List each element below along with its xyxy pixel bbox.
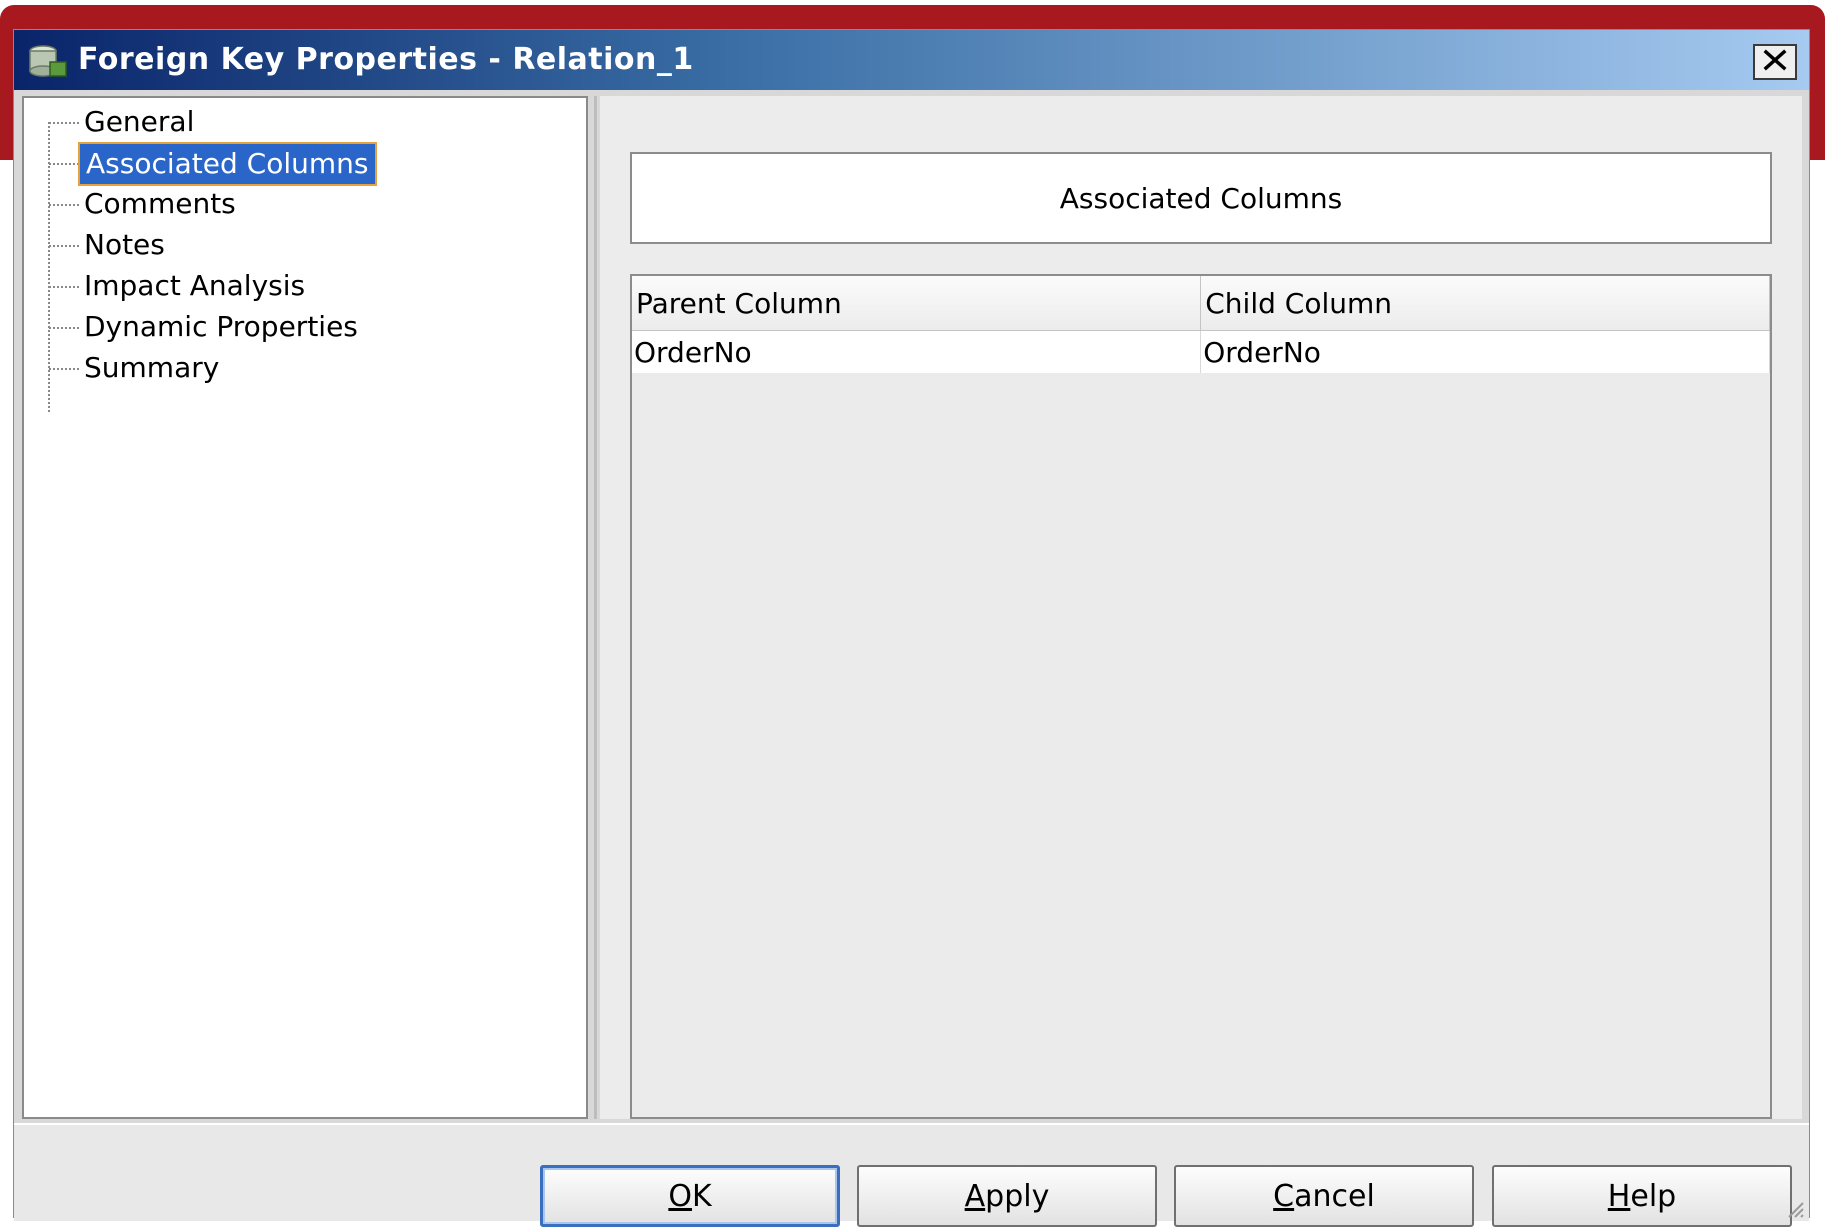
- tree-item-dynamic-properties[interactable]: Dynamic Properties: [78, 306, 364, 348]
- close-button[interactable]: [1753, 44, 1797, 80]
- tree-branch-line: [49, 368, 79, 370]
- table-row[interactable]: OrderNo OrderNo: [632, 330, 1770, 373]
- associated-columns-table-container: Parent Column Child Column OrderNo Order…: [630, 274, 1772, 1119]
- ok-mnemonic: O: [668, 1178, 692, 1214]
- apply-mnemonic: A: [964, 1178, 986, 1214]
- associated-columns-table: Parent Column Child Column OrderNo Order…: [632, 276, 1770, 373]
- database-icon: [28, 44, 68, 80]
- tree-branch-line: [49, 245, 79, 247]
- foreign-key-properties-dialog: Foreign Key Properties - Relation_1 Gene…: [13, 29, 1810, 1227]
- tree-branch-line: [49, 163, 79, 165]
- tree-item-summary[interactable]: Summary: [78, 347, 225, 389]
- pane-splitter[interactable]: [594, 96, 597, 1119]
- tree-item-impact-analysis[interactable]: Impact Analysis: [78, 265, 311, 307]
- table-header-row: Parent Column Child Column: [632, 276, 1770, 331]
- tree-branch-line: [49, 327, 79, 329]
- title-bar[interactable]: Foreign Key Properties - Relation_1: [14, 30, 1809, 90]
- property-nav-tree: General Associated Columns Comments Note…: [22, 96, 588, 1119]
- tree-item-comments[interactable]: Comments: [78, 183, 242, 225]
- column-header-parent[interactable]: Parent Column: [632, 276, 1202, 331]
- panel-heading: Associated Columns: [630, 152, 1772, 244]
- associated-columns-panel: Associated Columns Parent Column Child C…: [600, 96, 1802, 1119]
- tree-item-associated-columns[interactable]: Associated Columns: [78, 142, 377, 186]
- child-column-cell[interactable]: OrderNo: [1200, 330, 1770, 373]
- parent-column-cell[interactable]: OrderNo: [632, 330, 1202, 373]
- tree-item-general[interactable]: General: [78, 101, 200, 143]
- tree-item-notes[interactable]: Notes: [78, 224, 171, 266]
- ok-label-rest: K: [691, 1178, 712, 1214]
- resize-grip-icon[interactable]: [1785, 1199, 1805, 1219]
- cancel-label-rest: ancel: [1294, 1178, 1375, 1214]
- tree-branch-line: [49, 286, 79, 288]
- tree-branch-line: [49, 204, 79, 206]
- panel-heading-text: Associated Columns: [1059, 181, 1343, 215]
- window-title: Foreign Key Properties - Relation_1: [78, 42, 694, 77]
- apply-label-rest: pply: [985, 1178, 1050, 1214]
- cancel-mnemonic: C: [1273, 1178, 1295, 1214]
- tree-branch-line: [49, 122, 79, 124]
- dialog-button-bar: OK Apply Cancel Help: [14, 1123, 1809, 1227]
- close-icon: [1762, 49, 1788, 75]
- help-label-rest: elp: [1630, 1178, 1677, 1214]
- column-header-child[interactable]: Child Column: [1200, 276, 1770, 331]
- help-mnemonic: H: [1607, 1178, 1631, 1214]
